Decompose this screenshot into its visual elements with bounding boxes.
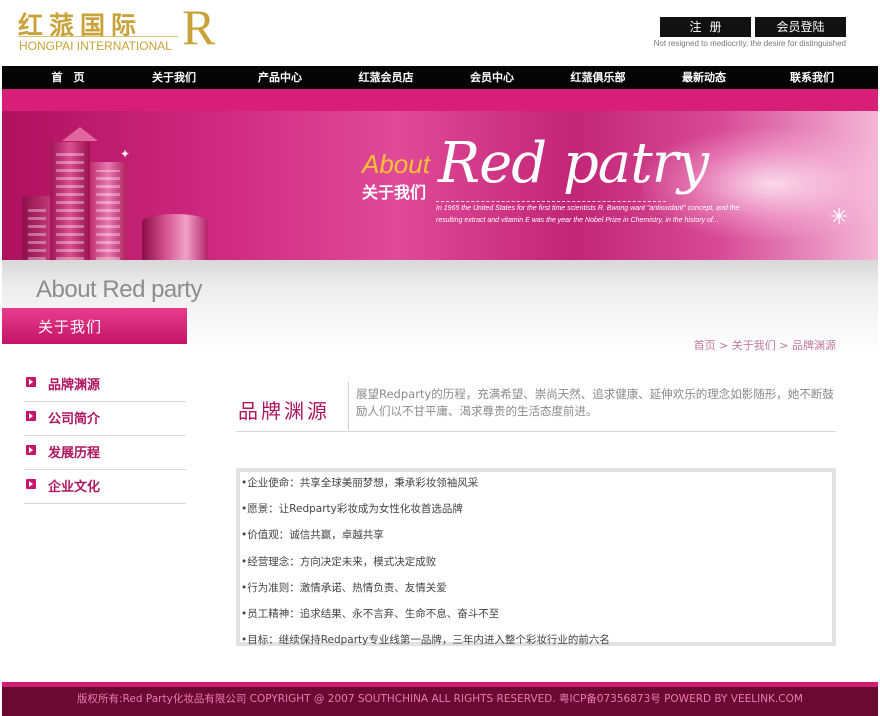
list-item: •员工精神：追求结果、永不言弃、生命不息、奋斗不至 xyxy=(241,607,500,620)
tower-illustration xyxy=(50,142,90,260)
page-title-strip: About Red party 关于我们 首页 > 关于我们 > 品牌渊源 xyxy=(2,260,878,355)
section-divider xyxy=(348,382,349,430)
list-item: •企业使命：共享全球美丽梦想，秉承彩妆领袖风采 xyxy=(241,477,479,489)
banner-top-strip xyxy=(2,89,878,111)
values-list-box: •企业使命：共享全球美丽梦想，秉承彩妆领袖风采 •愿景：让Redparty彩妆成… xyxy=(236,468,836,646)
nav-item-home[interactable]: 首 页 xyxy=(18,66,118,89)
nav-item-club[interactable]: 红蒎俱乐部 xyxy=(548,66,648,89)
site-logo[interactable]: 红蒎国际 HONGPAI INTERNATIONAL R xyxy=(18,2,218,56)
nav-item-products[interactable]: 产品中心 xyxy=(230,66,330,89)
nav-item-contact[interactable]: 联系我们 xyxy=(762,66,862,89)
sidebar-item-label: 发展历程 xyxy=(48,446,101,461)
account-buttons: 注册 会员登陆 xyxy=(660,17,846,37)
nav-item-news[interactable]: 最新动态 xyxy=(654,66,754,89)
list-item: •目标：继续保持Redparty专业线第一品牌，三年内进入整个彩妆行业的前六名 xyxy=(241,634,610,647)
page-title-chinese: 关于我们 xyxy=(38,318,103,336)
header-slogan: Not resigned to mediocrity, the desire f… xyxy=(653,39,846,48)
banner-script-title: Red patry xyxy=(438,131,709,196)
sparkle-icon: ✳ xyxy=(830,205,849,230)
banner-divider xyxy=(436,201,666,202)
building-illustration-2 xyxy=(90,162,126,260)
nav-item-member-center[interactable]: 会员中心 xyxy=(442,66,542,89)
sidebar-menu: 品牌渊源 公司简介 发展历程 企业文化 xyxy=(24,368,186,504)
section-description: 展望Redparty的历程，充满希望、崇尚天然、追求健康、延伸欢乐的理念如影随形… xyxy=(356,387,834,418)
nav-item-about[interactable]: 关于我们 xyxy=(124,66,224,89)
logo-divider xyxy=(18,36,178,37)
member-login-button[interactable]: 会员登陆 xyxy=(755,17,846,37)
nav-item-member-store[interactable]: 红蒎会员店 xyxy=(336,66,436,89)
brand-intro: 品牌渊源 展望Redparty的历程，充满希望、崇尚天然、追求健康、延伸欢乐的理… xyxy=(236,380,836,432)
page-title-badge: 关于我们 xyxy=(2,308,187,344)
arrow-bullet-icon xyxy=(26,411,36,421)
logo-mark: R xyxy=(182,0,216,55)
arrow-bullet-icon xyxy=(26,479,36,489)
sidebar-item-label: 品牌渊源 xyxy=(48,378,101,393)
arrow-bullet-icon xyxy=(26,377,36,387)
banner-description: In 1965 the United States for the first … xyxy=(436,205,740,224)
register-button[interactable]: 注册 xyxy=(660,17,751,37)
main-nav: 首 页 关于我们 产品中心 红蒎会员店 会员中心 红蒎俱乐部 最新动态 联系我们 xyxy=(2,66,878,89)
section-title: 品牌渊源 xyxy=(238,399,330,423)
sidebar-item-label: 企业文化 xyxy=(48,480,101,495)
cylinder-building-illustration xyxy=(142,214,208,260)
hero-banner: ✦ ✳ About 关于我们 Red patry In 1965 the Uni… xyxy=(2,89,878,260)
list-item: •经营理念：方向决定未来，模式决定成败 xyxy=(241,555,437,568)
building-illustration xyxy=(22,196,52,260)
arrow-bullet-icon xyxy=(26,445,36,455)
logo-english-text: HONGPAI INTERNATIONAL xyxy=(19,39,172,53)
sidebar-item-brand-origin[interactable]: 品牌渊源 xyxy=(24,368,186,402)
list-item: •愿景：让Redparty彩妆成为女性化妆首选品牌 xyxy=(241,503,463,516)
site-header: 红蒎国际 HONGPAI INTERNATIONAL R 注册 会员登陆 Not… xyxy=(0,0,880,66)
sidebar-item-label: 公司简介 xyxy=(48,412,101,427)
banner-about-chinese: 关于我们 xyxy=(362,183,427,202)
breadcrumb[interactable]: 首页 > 关于我们 > 品牌渊源 xyxy=(694,337,836,353)
list-item: •行为准则：激情承诺、热情负责、友情关爱 xyxy=(241,581,447,594)
sidebar-item-company-profile[interactable]: 公司简介 xyxy=(24,402,186,436)
banner-about-english: About xyxy=(362,149,430,179)
page-title-english: About Red party xyxy=(36,276,202,303)
site-footer: 版权所有:Red Party化妆品有限公司 COPYRIGHT @ 2007 S… xyxy=(2,687,878,716)
sidebar-item-history[interactable]: 发展历程 xyxy=(24,436,186,470)
tower-roof-illustration xyxy=(62,127,98,141)
list-item: •价值观：诚信共赢，卓越共享 xyxy=(241,529,384,542)
sidebar-item-culture[interactable]: 企业文化 xyxy=(24,470,186,504)
sparkle-icon: ✦ xyxy=(120,147,131,161)
